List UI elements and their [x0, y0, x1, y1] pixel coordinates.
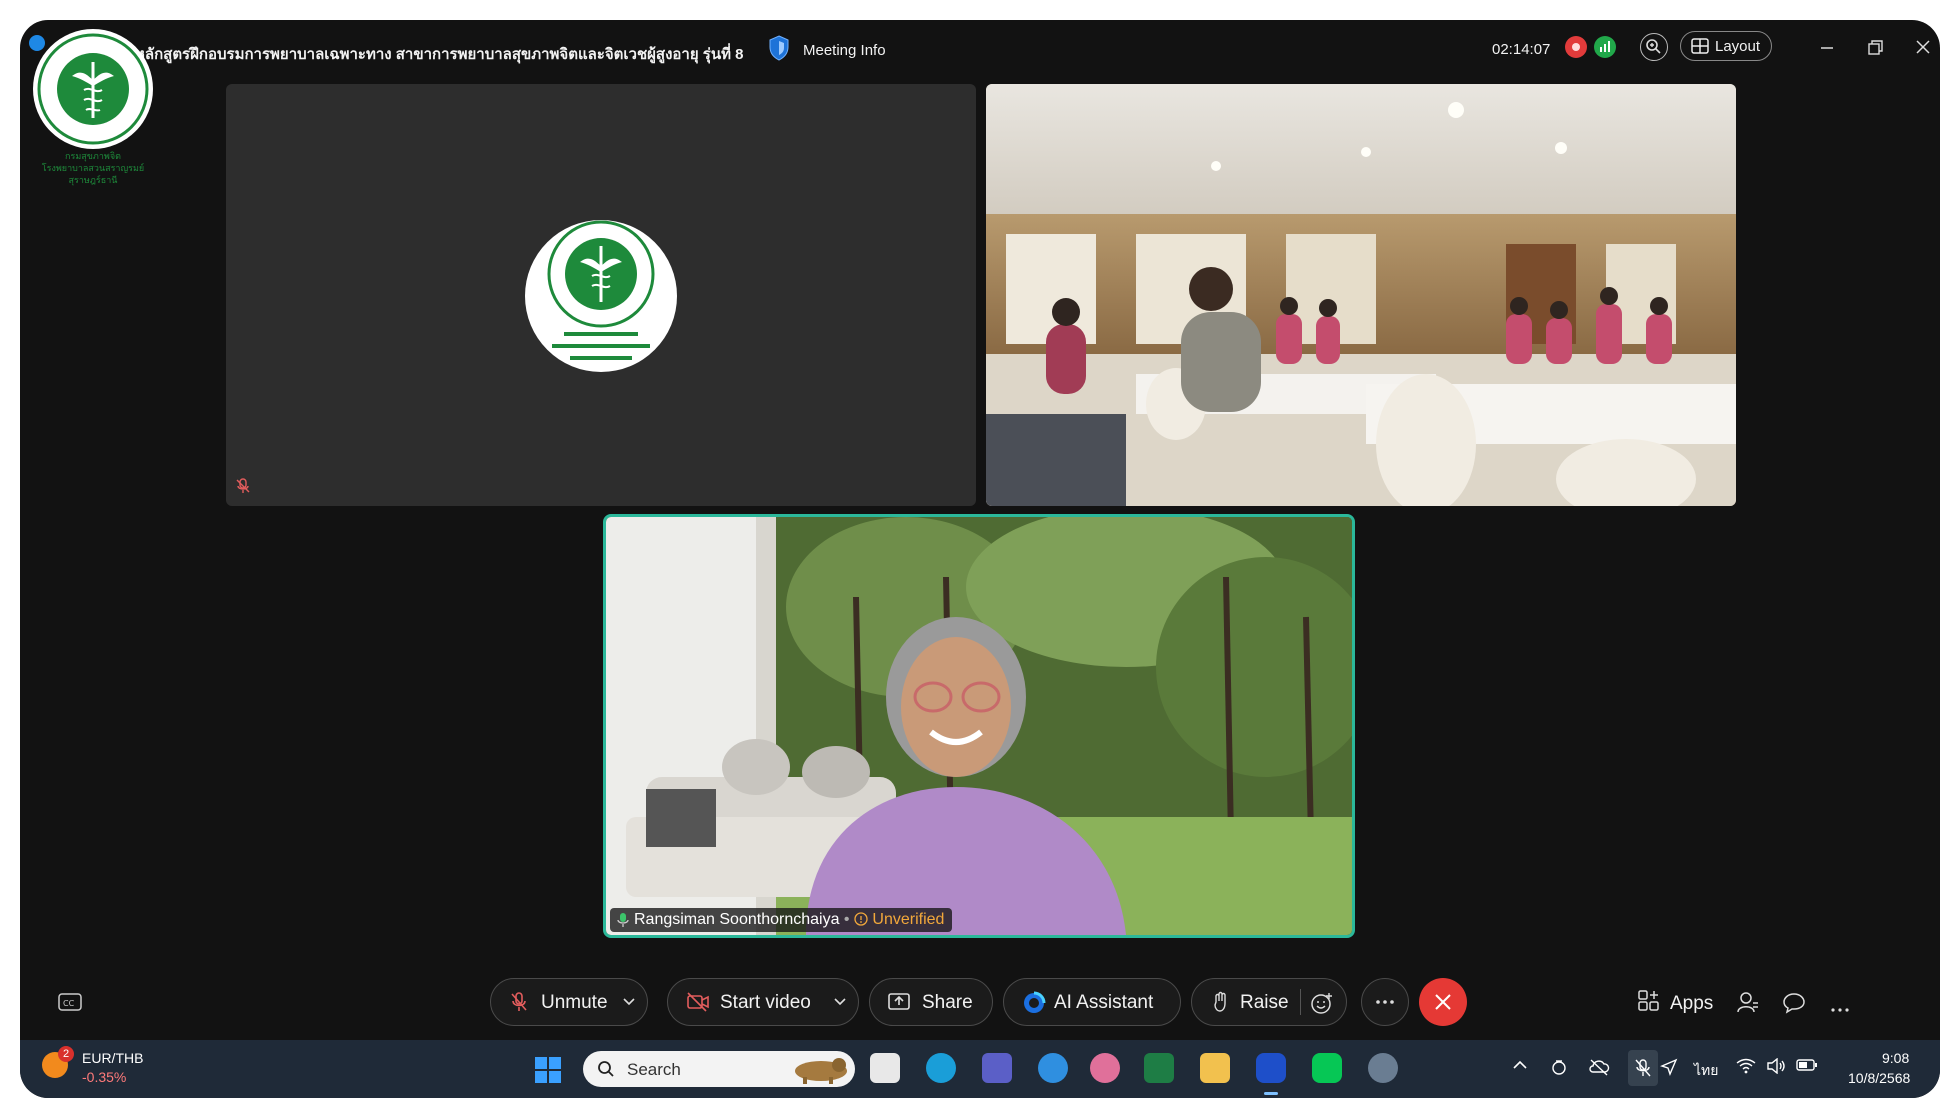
- search-placeholder: Search: [627, 1060, 681, 1079]
- taskbar-search[interactable]: Search: [583, 1051, 855, 1087]
- apps-icon: [1638, 990, 1659, 1011]
- network-status-icon[interactable]: [1594, 36, 1616, 58]
- raise-label: Raise: [1240, 992, 1289, 1013]
- leave-meeting-button[interactable]: [1419, 978, 1467, 1026]
- ai-assistant-button[interactable]: AI Assistant: [1003, 978, 1181, 1026]
- windows-taskbar: 2 EUR/THB -0.35% Search ไทย 9:08 10/8/25…: [20, 1040, 1940, 1098]
- recording-icon[interactable]: [1565, 36, 1587, 58]
- layout-button[interactable]: Layout: [1680, 31, 1772, 61]
- meeting-title: หลักสูตรฝึกอบรมการพยาบาลเฉพาะทาง สาขาการ…: [135, 46, 744, 63]
- unmute-label: Unmute: [541, 992, 608, 1013]
- reactions-icon[interactable]: [1310, 991, 1334, 1015]
- m365-icon[interactable]: [1090, 1053, 1120, 1083]
- close-icon: [1435, 994, 1451, 1010]
- chevron-down-icon[interactable]: [834, 997, 846, 1007]
- restore-icon[interactable]: [1864, 36, 1886, 58]
- grid-icon: [1691, 38, 1709, 58]
- settings-icon[interactable]: [1368, 1053, 1398, 1083]
- webex-window: หลักสูตรฝึกอบรมการพยาบาลเฉพาะทาง สาขาการ…: [20, 20, 1940, 1098]
- speaker-name: Rangsiman Soonthornchaiya: [634, 911, 840, 928]
- active-speaker-tile[interactable]: Rangsiman Soonthornchaiya • Unverified: [603, 514, 1355, 938]
- share-label: Share: [922, 992, 973, 1013]
- hand-icon: [1214, 991, 1226, 1012]
- teams-icon[interactable]: [982, 1053, 1012, 1083]
- apps-label: Apps: [1670, 993, 1714, 1014]
- chevron-up-icon[interactable]: [1512, 1058, 1528, 1076]
- participants-icon[interactable]: [1736, 990, 1760, 1019]
- search-highlight-icon: [795, 1058, 847, 1084]
- logo-caption: กรมสุขภาพจิต โรงพยาบาลสวนสราญรมย์ สุราษฎ…: [28, 150, 158, 186]
- minimize-icon[interactable]: [1816, 36, 1838, 58]
- unverified-label: Unverified: [872, 911, 945, 928]
- ai-assistant-label: AI Assistant: [1054, 992, 1154, 1013]
- speaker-name-tag: Rangsiman Soonthornchaiya • Unverified: [610, 908, 953, 932]
- task-view-icon[interactable]: [870, 1053, 900, 1083]
- shield-icon[interactable]: [768, 35, 790, 66]
- meeting-info-button[interactable]: Meeting Info: [803, 42, 886, 59]
- muted-mic-icon: [511, 992, 527, 1011]
- participant-tile-logo[interactable]: [226, 84, 976, 506]
- mic-muted-tray-icon[interactable]: [1628, 1050, 1658, 1086]
- chat-icon[interactable]: [1782, 991, 1806, 1020]
- muted-mic-icon: [234, 477, 252, 500]
- webex-icon[interactable]: [1256, 1053, 1286, 1083]
- captions-icon[interactable]: CC: [58, 992, 82, 1017]
- title-bar: หลักสูตรฝึกอบรมการพยาบาลเฉพาะทาง สาขาการ…: [20, 20, 1940, 185]
- more-icon: [1376, 1000, 1394, 1004]
- cloud-off-icon[interactable]: [1588, 1058, 1610, 1081]
- edge-icon[interactable]: [926, 1053, 956, 1083]
- svg-text:CC: CC: [63, 999, 75, 1008]
- close-icon[interactable]: [1912, 36, 1934, 58]
- more-icon[interactable]: [1830, 1000, 1850, 1018]
- line-icon[interactable]: [1312, 1053, 1342, 1083]
- excel-icon[interactable]: [1144, 1053, 1174, 1083]
- search-icon: [598, 1061, 614, 1077]
- meeting-timer: 02:14:07: [1492, 41, 1551, 58]
- unverified-badge: Unverified: [854, 911, 944, 928]
- ticker-name[interactable]: EUR/THB: [82, 1050, 143, 1066]
- unmute-button[interactable]: Unmute: [490, 978, 648, 1026]
- clock-time[interactable]: 9:08: [1882, 1050, 1909, 1066]
- volume-icon[interactable]: [1766, 1057, 1786, 1079]
- sync-icon[interactable]: [1550, 1058, 1568, 1081]
- ministry-logo: [32, 28, 154, 155]
- ai-assistant-icon: [1024, 991, 1046, 1013]
- language-indicator[interactable]: ไทย: [1694, 1060, 1718, 1082]
- start-video-button[interactable]: Start video: [667, 978, 859, 1026]
- share-icon: [888, 993, 910, 1010]
- participant-avatar-logo: [525, 220, 677, 372]
- active-app-indicator: [1264, 1092, 1278, 1095]
- battery-icon[interactable]: [1796, 1058, 1818, 1077]
- info-icon: [854, 912, 868, 926]
- logo-caption-line: กรมสุขภาพจิต: [65, 151, 121, 161]
- layout-label: Layout: [1715, 38, 1761, 55]
- wifi-icon[interactable]: [1736, 1058, 1756, 1079]
- ticker-change: -0.35%: [82, 1069, 127, 1085]
- mic-icon: [616, 912, 630, 935]
- zoom-icon[interactable]: [1640, 33, 1668, 61]
- more-options-button[interactable]: [1361, 978, 1409, 1026]
- logo-caption-line: สุราษฎร์ธานี: [68, 175, 118, 185]
- clock-date[interactable]: 10/8/2568: [1848, 1070, 1910, 1086]
- file-explorer-icon[interactable]: [1200, 1053, 1230, 1083]
- participant-tile-room[interactable]: [986, 84, 1736, 506]
- chevron-down-icon[interactable]: [623, 997, 635, 1007]
- copilot-icon[interactable]: [1038, 1053, 1068, 1083]
- speaker-video-feed: [606, 517, 1352, 935]
- share-button[interactable]: Share: [869, 978, 993, 1026]
- start-icon[interactable]: [534, 1056, 562, 1089]
- room-video-feed: [986, 84, 1736, 506]
- video-off-icon: [687, 992, 709, 1012]
- logo-caption-line: โรงพยาบาลสวนสราญรมย์: [41, 163, 145, 173]
- raise-hand-button[interactable]: Raise: [1191, 978, 1347, 1026]
- notification-badge: 2: [58, 1046, 74, 1062]
- location-icon[interactable]: [1660, 1058, 1678, 1081]
- start-video-label: Start video: [720, 992, 811, 1013]
